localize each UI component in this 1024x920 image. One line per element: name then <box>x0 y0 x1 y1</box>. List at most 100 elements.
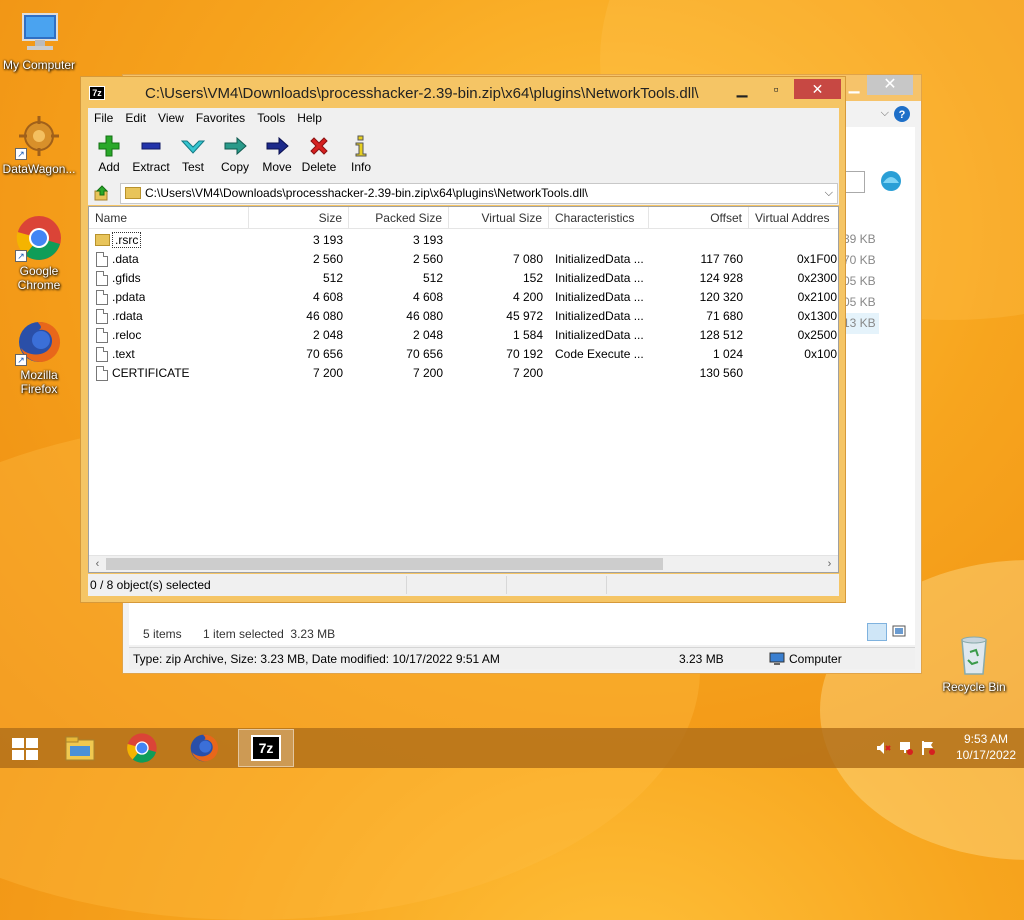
scroll-left-icon[interactable]: ‹ <box>89 556 106 572</box>
chevron-down-icon[interactable]: ⌵ <box>881 107 889 120</box>
table-row[interactable]: .rsrc 3 193 3 193 <box>89 231 838 250</box>
file-icon <box>96 347 108 362</box>
up-folder-icon[interactable] <box>94 185 110 201</box>
selected-info: 1 item selected 3.23 MB <box>203 627 336 641</box>
desktop-icon-recycle-bin[interactable]: Recycle Bin <box>936 630 1012 694</box>
cell-vaddr: 0x1F00 <box>796 252 837 266</box>
clock[interactable]: 9:53 AM 10/17/2022 <box>956 731 1016 763</box>
start-button[interactable] <box>12 738 38 760</box>
file-icon <box>96 366 108 381</box>
column-packed-size[interactable]: Packed Size <box>349 207 449 229</box>
column-characteristics[interactable]: Characteristics <box>549 207 649 229</box>
table-row[interactable]: CERTIFICATE 7 200 7 200 7 200 130 560 <box>89 364 838 383</box>
taskbar-file-explorer[interactable] <box>52 729 108 767</box>
menu-help[interactable]: Help <box>291 108 328 128</box>
cell-offset: 128 512 <box>699 328 743 342</box>
table-row[interactable]: .rdata 46 080 46 080 45 972 InitializedD… <box>89 307 838 326</box>
desktop-icon-datawagon[interactable]: ↗ DataWagon... <box>1 112 77 176</box>
system-tray <box>876 740 936 756</box>
file-icon <box>96 309 108 324</box>
desktop-icon-chrome[interactable]: ↗ Google Chrome <box>1 214 77 292</box>
column-offset[interactable]: Offset <box>649 207 749 229</box>
cell-characteristics: InitializedData ... <box>555 290 644 304</box>
list-header: Name Size Packed Size Virtual Size Chara… <box>89 207 838 229</box>
column-size[interactable]: Size <box>249 207 349 229</box>
sevenzip-window[interactable]: 7z C:\Users\VM4\Downloads\processhacker-… <box>80 76 846 603</box>
extract-button[interactable]: Extract <box>130 134 172 174</box>
explorer-item-count: 5 items 1 item selected 3.23 MB <box>143 627 335 641</box>
table-row[interactable]: .data 2 560 2 560 7 080 InitializedData … <box>89 250 838 269</box>
cell-vsize: 1 584 <box>512 328 543 342</box>
help-icon[interactable]: ? <box>893 105 913 125</box>
menu-view[interactable]: View <box>152 108 190 128</box>
column-virtual-size[interactable]: Virtual Size <box>449 207 549 229</box>
cell-vsize: 4 200 <box>512 290 543 304</box>
add-label: Add <box>98 160 120 174</box>
desktop-icon-my-computer[interactable]: My Computer <box>1 8 77 72</box>
horizontal-scrollbar[interactable]: ‹ › <box>89 555 838 572</box>
file-icon <box>96 290 108 305</box>
copy-button[interactable]: Copy <box>214 134 256 174</box>
menu-tools[interactable]: Tools <box>251 108 291 128</box>
shortcut-arrow-icon: ↗ <box>15 148 27 160</box>
cell-vaddr: 0x2300 <box>797 271 837 285</box>
cell-size: 46 080 <box>306 309 343 323</box>
desktop-icon-label: Google Chrome <box>17 264 61 292</box>
menu-edit[interactable]: Edit <box>119 108 152 128</box>
address-input[interactable]: C:\Users\VM4\Downloads\processhacker-2.3… <box>120 183 838 204</box>
computer-icon <box>769 652 785 665</box>
tiles-view-icon[interactable] <box>891 623 909 641</box>
scroll-right-icon[interactable]: › <box>821 556 838 572</box>
taskbar-chrome[interactable] <box>114 729 170 767</box>
cell-characteristics: InitializedData ... <box>555 271 644 285</box>
folder-icon <box>125 187 141 199</box>
chevron-down-icon[interactable]: ⌵ <box>825 184 833 203</box>
chrome-icon: ↗ <box>15 214 63 262</box>
copy-label: Copy <box>220 160 249 174</box>
menu-bar: File Edit View Favorites Tools Help <box>88 108 839 128</box>
file-list[interactable]: Name Size Packed Size Virtual Size Chara… <box>88 206 839 573</box>
taskbar-7zip[interactable]: 7z <box>238 729 294 767</box>
sevenzip-titlebar[interactable]: 7z C:\Users\VM4\Downloads\processhacker-… <box>81 77 845 107</box>
column-virtual-address[interactable]: Virtual Addres <box>749 207 838 229</box>
status-size: 3.23 MB <box>679 652 724 666</box>
move-icon <box>256 134 298 158</box>
cell-characteristics <box>555 231 649 250</box>
desktop-icon-label: My Computer <box>2 58 76 72</box>
minimize-button[interactable]: ▁ <box>729 79 755 99</box>
close-button[interactable]: ✕ <box>794 79 841 99</box>
table-row[interactable]: .text 70 656 70 656 70 192 Code Execute … <box>89 345 838 364</box>
menu-file[interactable]: File <box>88 108 119 128</box>
size-cell: 39 KB <box>843 232 876 246</box>
volume-muted-icon[interactable] <box>876 740 892 756</box>
add-button[interactable]: Add <box>88 134 130 174</box>
cell-vsize: 152 <box>522 271 543 285</box>
sevenzip-app-icon[interactable]: 7z <box>89 86 105 100</box>
table-row[interactable]: .gfids 512 512 152 InitializedData ... 1… <box>89 269 838 288</box>
close-button[interactable]: ✕ <box>867 75 913 95</box>
move-button[interactable]: Move <box>256 134 298 174</box>
move-label: Move <box>262 160 292 174</box>
taskbar-firefox[interactable] <box>176 729 232 767</box>
test-button[interactable]: Test <box>172 134 214 174</box>
shell-icon[interactable] <box>879 169 903 193</box>
cell-name: .rdata <box>112 309 143 323</box>
delete-button[interactable]: Delete <box>298 134 340 174</box>
shortcut-arrow-icon: ↗ <box>15 354 27 366</box>
maximize-button[interactable]: ▫ <box>763 79 789 99</box>
desktop-icon-firefox[interactable]: ↗ Mozilla Firefox <box>1 318 77 396</box>
table-row[interactable]: .pdata 4 608 4 608 4 200 InitializedData… <box>89 288 838 307</box>
action-center-icon[interactable] <box>920 740 936 756</box>
clock-date: 10/17/2022 <box>955 748 1016 762</box>
info-button[interactable]: Info <box>340 134 382 174</box>
cell-characteristics: Code Execute ... <box>555 347 644 361</box>
details-view-icon[interactable] <box>867 623 887 641</box>
firefox-icon <box>190 734 219 762</box>
table-row[interactable]: .reloc 2 048 2 048 1 584 InitializedData… <box>89 326 838 345</box>
menu-favorites[interactable]: Favorites <box>190 108 251 128</box>
column-name[interactable]: Name <box>89 207 249 229</box>
toolbar: Add Extract Test Copy Move Delete Info <box>88 128 839 181</box>
view-toggle-icon[interactable] <box>845 171 865 193</box>
scrollbar-thumb[interactable] <box>106 558 663 570</box>
network-icon[interactable] <box>898 740 914 756</box>
